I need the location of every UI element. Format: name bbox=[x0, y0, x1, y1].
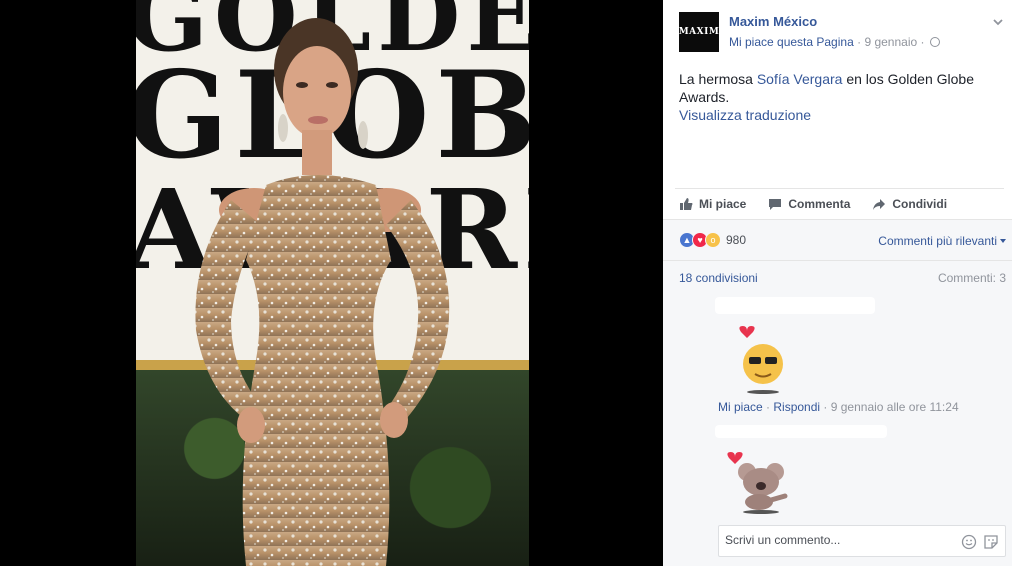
like-button[interactable]: Mi piace bbox=[675, 197, 746, 211]
reactions-count: 980 bbox=[726, 233, 747, 247]
thumbs-up-icon bbox=[680, 197, 693, 210]
comment-label: Commenta bbox=[788, 196, 851, 211]
logo-text: MAXIM bbox=[678, 27, 720, 37]
comment-author-blurred bbox=[715, 297, 875, 314]
page-avatar[interactable]: MAXIM bbox=[679, 12, 719, 52]
globe-icon bbox=[929, 37, 940, 47]
emoji-icon[interactable] bbox=[961, 534, 977, 550]
comment-input[interactable] bbox=[725, 533, 945, 547]
photo-viewer: GOLDEN GLOBE AWARDS bbox=[0, 0, 663, 566]
share-label: Condividi bbox=[892, 196, 948, 211]
woman-in-gown-figure bbox=[195, 18, 450, 566]
comment-author-blurred bbox=[715, 425, 887, 438]
wow-reaction-icon: o bbox=[705, 232, 721, 248]
comments-section: Mi piace · Rispondi · 9 gennaio alle ore… bbox=[663, 294, 1012, 566]
post-text-before: La hermosa bbox=[679, 71, 757, 87]
comment-action-separator: · bbox=[762, 400, 774, 414]
comments-count: Commenti: 3 bbox=[937, 271, 1006, 285]
translate-link[interactable]: Visualizza traduzione bbox=[679, 107, 811, 123]
comment-action-separator: · bbox=[820, 400, 831, 414]
page-name-link[interactable]: Maxim México bbox=[729, 14, 817, 29]
koala-sticker bbox=[727, 452, 788, 514]
post-photo[interactable]: GOLDEN GLOBE AWARDS bbox=[136, 0, 529, 566]
comment-button[interactable]: Commenta bbox=[764, 197, 850, 211]
sticker-icon[interactable] bbox=[983, 534, 999, 550]
reactions-summary[interactable]: ▲ ♥ o 980 bbox=[679, 232, 746, 248]
meta-separator: · bbox=[920, 35, 925, 49]
post-date[interactable]: 9 gennaio bbox=[864, 35, 917, 49]
sunglasses-emoji-sticker bbox=[739, 326, 783, 394]
post-text: La hermosa Sofía Vergara en los Golden G… bbox=[679, 70, 999, 106]
like-label: Mi piace bbox=[699, 196, 747, 211]
shares-link[interactable]: 18 condivisioni bbox=[679, 271, 758, 285]
post-header: MAXIM Maxim México Mi piace questa Pagin… bbox=[679, 12, 1004, 52]
share-button[interactable]: Condividi bbox=[868, 197, 947, 211]
post-sidebar: MAXIM Maxim México Mi piace questa Pagin… bbox=[663, 0, 1012, 566]
share-comment-stats: 18 condivisioni Commenti: 3 bbox=[663, 260, 1012, 294]
share-icon bbox=[873, 198, 886, 210]
comment-sort-dropdown[interactable]: Commenti più rilevanti bbox=[878, 234, 1006, 248]
post-meta: Mi piace questa Pagina · 9 gennaio · bbox=[729, 35, 940, 49]
comment-icon bbox=[769, 198, 782, 210]
chevron-down-icon[interactable] bbox=[992, 16, 1004, 28]
comment-actions: Mi piace · Rispondi · 9 gennaio alle ore… bbox=[718, 400, 959, 414]
comment-composer[interactable] bbox=[718, 525, 1006, 557]
post-actions: Mi piace Commenta Condividi bbox=[675, 188, 1004, 218]
comment-reply-link[interactable]: Rispondi bbox=[773, 400, 820, 414]
mention-link[interactable]: Sofía Vergara bbox=[757, 71, 843, 87]
reactions-bar: ▲ ♥ o 980 Commenti più rilevanti bbox=[663, 219, 1012, 260]
like-page-link[interactable]: Mi piace questa Pagina bbox=[729, 35, 854, 49]
comment-timestamp[interactable]: 9 gennaio alle ore 11:24 bbox=[831, 400, 959, 414]
comment-like-link[interactable]: Mi piace bbox=[718, 400, 763, 414]
